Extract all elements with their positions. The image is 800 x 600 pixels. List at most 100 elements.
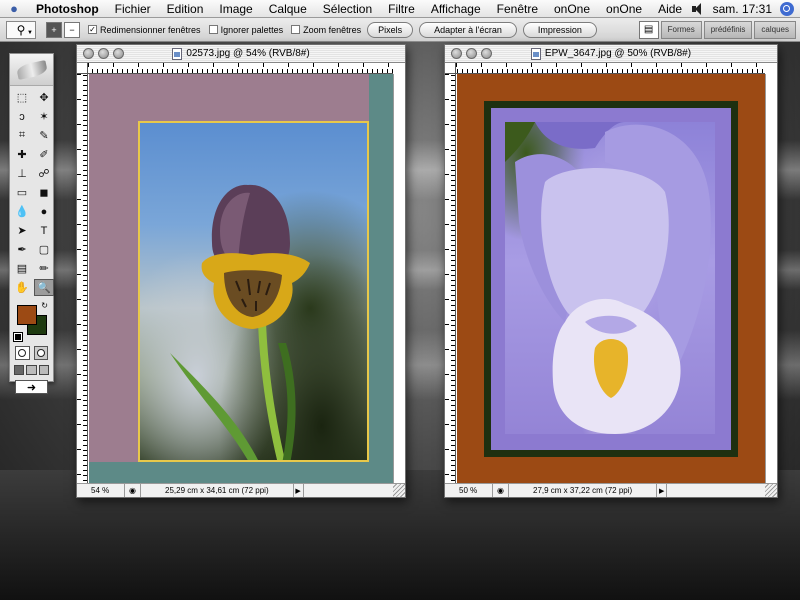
zoom-window-button[interactable]: [481, 48, 492, 59]
status-arrow-icon[interactable]: ▶: [657, 484, 668, 497]
pen-icon[interactable]: ✒: [12, 241, 32, 258]
status-arrow-icon[interactable]: ▶: [294, 484, 304, 497]
toolbox: ⬚ ✥ ↄ ✶ ⌗ ✎ ✚ ✐ ⊥ ☍ ▭ ◼ 💧 ● ➤ T ✒ ▢ ▤ ✏ ✋ 🔍 ↻ ➜: [9, 53, 54, 394]
document-window-2: EPW_3647.jpg @ 50% (RVB/8#) 50 % ◉ 27,9 …: [444, 44, 778, 498]
type-icon[interactable]: T: [34, 222, 54, 239]
crop-icon[interactable]: ⌗: [12, 127, 32, 144]
ruler-origin[interactable]: [445, 63, 456, 74]
horizontal-ruler[interactable]: [456, 63, 765, 74]
zoom-icon[interactable]: 🔍: [34, 279, 54, 296]
document-canvas[interactable]: [457, 74, 765, 483]
menubar-clock[interactable]: sam. 17:31: [713, 2, 772, 16]
apple-menu-icon[interactable]: ●: [0, 1, 28, 16]
checkbox-ignorer-palettes[interactable]: Ignorer palettes: [208, 25, 283, 35]
frame-right-strip: [369, 74, 393, 483]
foreground-color-swatch[interactable]: [17, 305, 37, 325]
slice-icon[interactable]: ✎: [34, 127, 54, 144]
volume-icon[interactable]: [691, 2, 705, 15]
menu-fenetre[interactable]: Fenêtre: [489, 2, 546, 16]
eyedropper-icon[interactable]: ✏: [34, 260, 54, 277]
horizontal-ruler[interactable]: [88, 63, 393, 74]
zoom-out-mode-button[interactable]: −: [64, 21, 80, 38]
marquee-icon[interactable]: ⬚: [12, 89, 32, 106]
menu-selection[interactable]: Sélection: [315, 2, 380, 16]
vertical-ruler[interactable]: [77, 74, 88, 483]
ruler-origin[interactable]: [77, 63, 88, 74]
menu-edition[interactable]: Edition: [159, 2, 212, 16]
resize-grip[interactable]: [393, 484, 405, 497]
stamp-icon[interactable]: ⊥: [12, 165, 32, 182]
magic-wand-icon[interactable]: ✶: [34, 108, 54, 125]
tool-preset-picker[interactable]: ⚲ ▼: [6, 20, 36, 39]
menu-calque[interactable]: Calque: [261, 2, 315, 16]
spotlight-icon[interactable]: [780, 1, 794, 16]
palette-tab-formes[interactable]: Formes: [660, 20, 702, 39]
gradient-icon[interactable]: ◼: [34, 184, 54, 201]
document-size-info: 27,9 cm x 37,22 cm (72 ppi): [509, 484, 658, 497]
checkbox-zoom-fenetres[interactable]: Zoom fenêtres: [291, 25, 361, 35]
window-titlebar[interactable]: 02573.jpg @ 54% (RVB/8#): [77, 45, 405, 63]
menu-affichage[interactable]: Affichage: [423, 2, 489, 16]
status-menu-icon[interactable]: ◉: [493, 484, 509, 497]
checkbox-box[interactable]: [291, 25, 301, 34]
screen-mode-full-button[interactable]: [38, 365, 49, 375]
minimize-button[interactable]: [98, 48, 109, 59]
menu-fichier[interactable]: Fichier: [107, 2, 159, 16]
default-colors-icon[interactable]: [13, 332, 23, 342]
minimize-button[interactable]: [466, 48, 477, 59]
palette-tab-predefinis[interactable]: prédéfinis: [703, 20, 753, 39]
status-bar: 54 % ◉ 25,29 cm x 34,61 cm (72 ppi) ▶: [77, 483, 405, 497]
close-button[interactable]: [83, 48, 94, 59]
shape-icon[interactable]: ▢: [34, 241, 54, 258]
checkbox-box[interactable]: [208, 25, 218, 34]
lasso-icon[interactable]: ↄ: [12, 108, 32, 125]
menu-aide[interactable]: Aide: [650, 2, 690, 16]
zoom-window-button[interactable]: [113, 48, 124, 59]
vertical-scrollbar[interactable]: [765, 74, 777, 483]
menu-onone-2[interactable]: onOne: [598, 2, 650, 16]
vertical-scrollbar[interactable]: [393, 74, 405, 483]
palette-tab-calques[interactable]: calques: [754, 20, 796, 39]
screen-mode-standard-button[interactable]: [14, 365, 25, 375]
move-icon[interactable]: ✥: [34, 89, 54, 106]
hand-icon[interactable]: ✋: [12, 279, 32, 296]
iris-flower-art: [505, 122, 711, 434]
zoom-in-mode-button[interactable]: +: [46, 21, 62, 38]
menu-onone-1[interactable]: onOne: [546, 2, 598, 16]
zoom-level-field[interactable]: 54 %: [77, 484, 125, 497]
healing-icon[interactable]: ✚: [12, 146, 32, 163]
status-menu-icon[interactable]: ◉: [125, 484, 141, 497]
jpeg-file-icon: [530, 47, 541, 60]
document-canvas[interactable]: [89, 74, 393, 483]
quick-mask-button[interactable]: [33, 346, 48, 360]
vertical-ruler[interactable]: [445, 74, 456, 483]
menu-bar: ● Photoshop Fichier Edition Image Calque…: [0, 0, 800, 18]
history-brush-icon[interactable]: ☍: [34, 165, 54, 182]
fit-screen-button[interactable]: Adapter à l'écran: [419, 21, 517, 38]
pixels-button[interactable]: Pixels: [367, 21, 414, 38]
jump-to-imageready-button[interactable]: ➜: [15, 380, 48, 394]
resize-grip[interactable]: [765, 484, 777, 497]
window-titlebar[interactable]: EPW_3647.jpg @ 50% (RVB/8#): [445, 45, 777, 63]
screen-mode-full-menu-button[interactable]: [26, 365, 37, 375]
standard-mode-button[interactable]: [15, 346, 30, 360]
toolbox-header[interactable]: [10, 54, 53, 86]
path-select-icon[interactable]: ➤: [12, 222, 32, 239]
dodge-icon[interactable]: ●: [34, 203, 54, 220]
notes-icon[interactable]: ▤: [12, 260, 32, 277]
dropdown-arrow-icon: ▼: [27, 29, 33, 36]
app-menu[interactable]: Photoshop: [28, 2, 107, 16]
blur-icon[interactable]: 💧: [12, 203, 32, 220]
menu-filtre[interactable]: Filtre: [380, 2, 423, 16]
file-browser-icon[interactable]: ▤: [638, 20, 659, 39]
checkbox-redimensionner[interactable]: ✓ Redimensionner fenêtres: [88, 25, 201, 35]
close-button[interactable]: [451, 48, 462, 59]
print-size-button[interactable]: Impression: [522, 21, 597, 38]
eraser-icon[interactable]: ▭: [12, 184, 32, 201]
zoom-level-field[interactable]: 50 %: [445, 484, 493, 497]
checkbox-box[interactable]: ✓: [88, 25, 97, 34]
swap-colors-icon[interactable]: ↻: [41, 301, 48, 310]
menu-image[interactable]: Image: [211, 2, 260, 16]
feather-logo-icon: [15, 59, 48, 80]
brush-icon[interactable]: ✐: [34, 146, 54, 163]
